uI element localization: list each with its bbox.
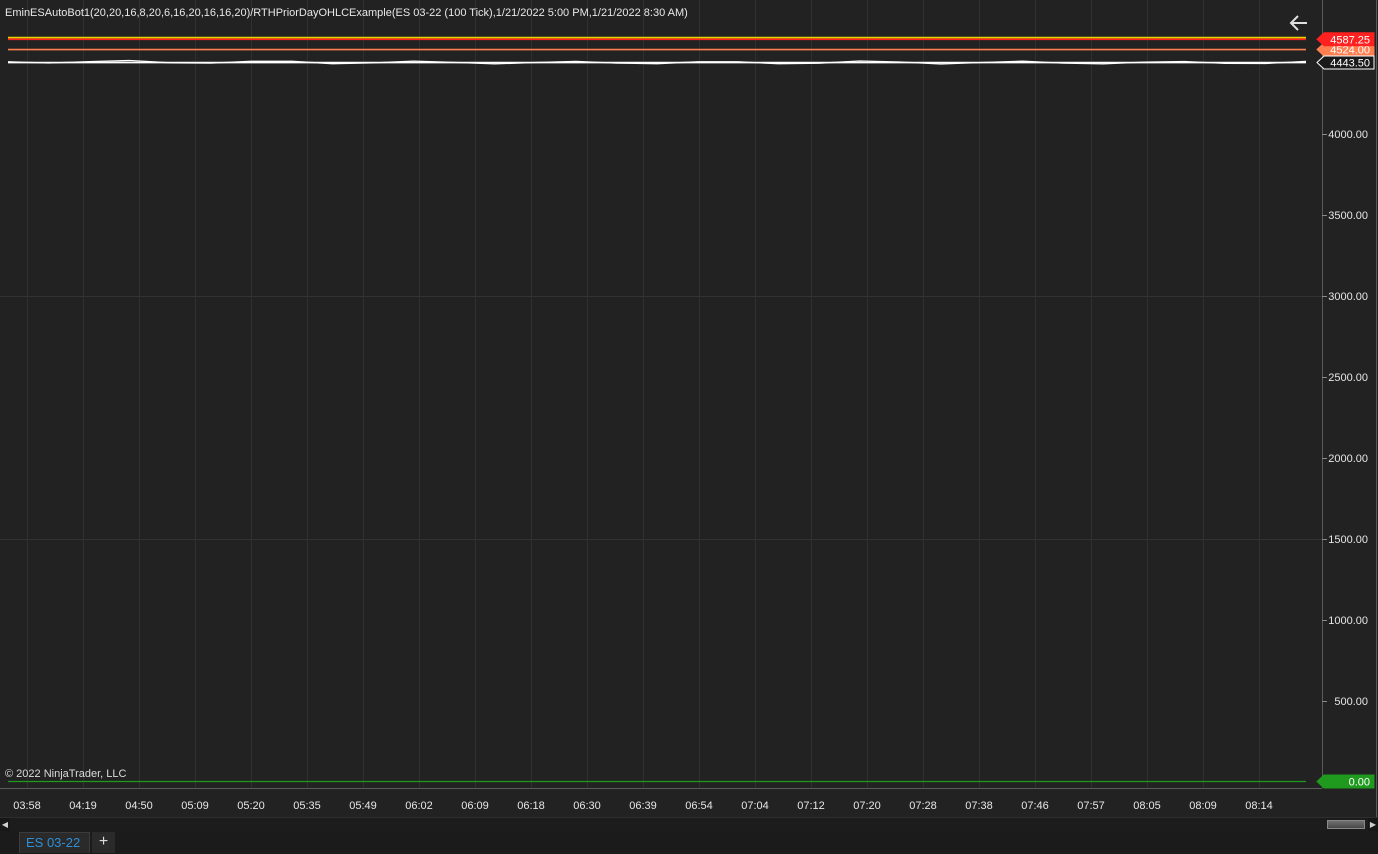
x-tick-label: 03:58 [13,800,41,812]
last-price-marker-label: 4443.50 [1330,58,1370,70]
x-tick-label: 06:02 [405,800,433,812]
scroll-right-arrow-icon[interactable]: ▶ [1368,818,1378,831]
y-tick-label: 2000.00 [1328,453,1368,465]
x-tick-label: 07:28 [909,800,937,812]
x-tick-label: 04:50 [125,800,153,812]
y-tick-label: 1500.00 [1328,534,1368,546]
price-axis-panel [1322,0,1378,817]
x-tick-label: 05:35 [293,800,321,812]
x-tick-label: 07:04 [741,800,769,812]
chart-canvas[interactable]: 03:58 04:19 04:50 05:09 05:20 05:35 05:49 06:02… [0,0,1378,854]
x-tick-label: 07:57 [1077,800,1105,812]
y-tick-label: 1000.00 [1328,615,1368,627]
chart-window: 03:58 04:19 04:50 05:09 05:20 05:35 05:49 06:02… [0,0,1378,854]
x-tick-label: 07:20 [853,800,881,812]
x-tick-label: 06:39 [629,800,657,812]
y-tick-label: 4000.00 [1328,129,1368,141]
y-tick-label: 3000.00 [1328,291,1368,303]
x-tick-label: 05:09 [181,800,209,812]
x-tick-label: 04:19 [69,800,97,812]
x-tick-label: 06:18 [517,800,545,812]
horizontal-scrollbar[interactable]: ◀ ▶ [0,817,1378,831]
x-tick-label: 05:49 [349,800,377,812]
x-tick-label: 06:09 [461,800,489,812]
x-tick-label: 08:05 [1133,800,1161,812]
chart-title: EminESAutoBot1(20,20,16,8,20,6,16,20,16,… [5,7,688,19]
y-tick-label: 500.00 [1334,696,1368,708]
level-open-marker-label: 4524.00 [1330,45,1370,57]
back-arrow-icon[interactable] [1288,12,1310,34]
tab-es-03-22[interactable]: ES 03-22 [19,832,90,853]
zero-level-marker-label: 0.00 [1349,777,1370,789]
scroll-thumb[interactable] [1327,820,1365,829]
x-tick-label: 06:54 [685,800,713,812]
y-tick-label: 2500.00 [1328,372,1368,384]
x-tick-label: 08:14 [1245,800,1273,812]
x-tick-label: 06:30 [573,800,601,812]
add-tab-button[interactable]: + [92,832,115,853]
x-tick-label: 05:20 [237,800,265,812]
x-tick-label: 07:46 [1021,800,1049,812]
scroll-left-arrow-icon[interactable]: ◀ [0,818,10,831]
y-tick-label: 3500.00 [1328,210,1368,222]
x-tick-label: 07:38 [965,800,993,812]
copyright-text: © 2022 NinjaTrader, LLC [5,768,127,780]
tab-bar: ES 03-22 + [0,831,1378,854]
x-tick-label: 07:12 [797,800,825,812]
level-high-marker-label: 4587.25 [1330,34,1370,46]
x-tick-label: 08:09 [1189,800,1217,812]
